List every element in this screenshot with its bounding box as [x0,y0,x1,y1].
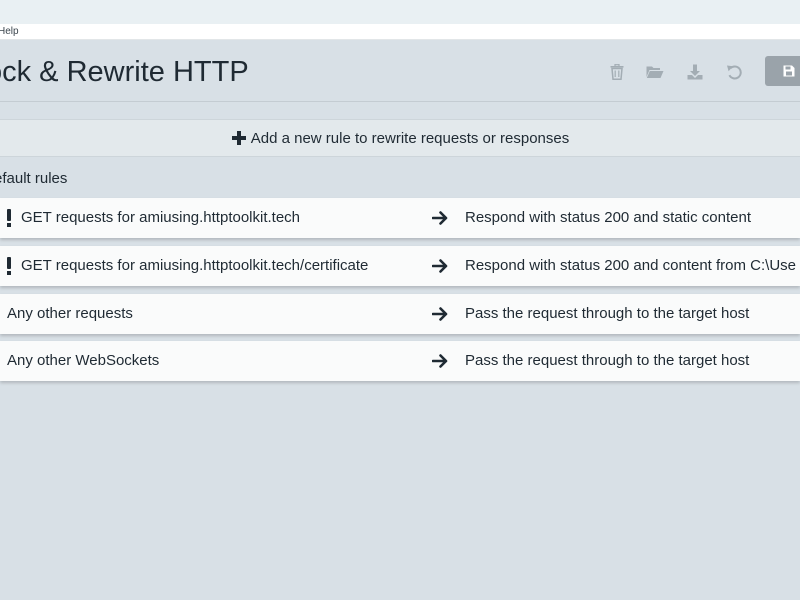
save-icon [783,65,795,77]
arrow-right-icon [432,307,448,321]
page-header: ock & Rewrite HTTP [0,40,800,102]
add-rule-button[interactable]: Add a new rule to rewrite requests or re… [0,119,800,157]
menu-help[interactable]: Help [0,26,19,38]
delete-all-button[interactable] [605,60,629,84]
app-window: Help ock & Rewrite HTTP Add a new rule t… [0,0,800,600]
folder-open-icon [646,66,664,78]
warning-icon [6,256,12,276]
arrow-right-icon [432,211,448,225]
rule-matcher: Any other WebSockets [7,352,160,369]
download-icon [687,64,703,80]
rule-handler: Pass the request through to the target h… [465,352,750,369]
arrow-right-icon [432,259,448,273]
window-top-strip [0,0,800,24]
add-rule-label: Add a new rule to rewrite requests or re… [250,129,570,147]
rule-handler: Respond with status 200 and static conte… [465,209,752,226]
rule-row[interactable]: GET requests for amiusing.httptoolkit.te… [0,246,800,286]
menu-bar: Help [0,24,800,40]
plus-icon [231,130,247,146]
arrow-right-icon [432,354,448,368]
rule-matcher: GET requests for amiusing.httptoolkit.te… [21,209,301,226]
rule-group-title[interactable]: efault rules [0,170,67,188]
rule-handler: Pass the request through to the target h… [465,305,750,322]
save-rules-button[interactable] [765,56,800,86]
reset-rules-button[interactable] [722,60,746,84]
rule-row[interactable]: GET requests for amiusing.httptoolkit.te… [0,198,800,238]
rule-matcher: Any other requests [7,305,133,322]
rule-row[interactable]: Any other WebSockets Pass the request th… [0,341,800,381]
export-rules-button[interactable] [683,60,707,84]
rule-row[interactable]: Any other requests Pass the request thro… [0,294,800,334]
open-rules-button[interactable] [643,60,667,84]
undo-icon [727,65,742,80]
warning-icon [6,208,12,228]
rule-matcher: GET requests for amiusing.httptoolkit.te… [21,257,369,274]
rule-handler: Respond with status 200 and content from… [465,257,797,274]
page-title: ock & Rewrite HTTP [0,56,249,88]
trash-icon [610,64,624,80]
